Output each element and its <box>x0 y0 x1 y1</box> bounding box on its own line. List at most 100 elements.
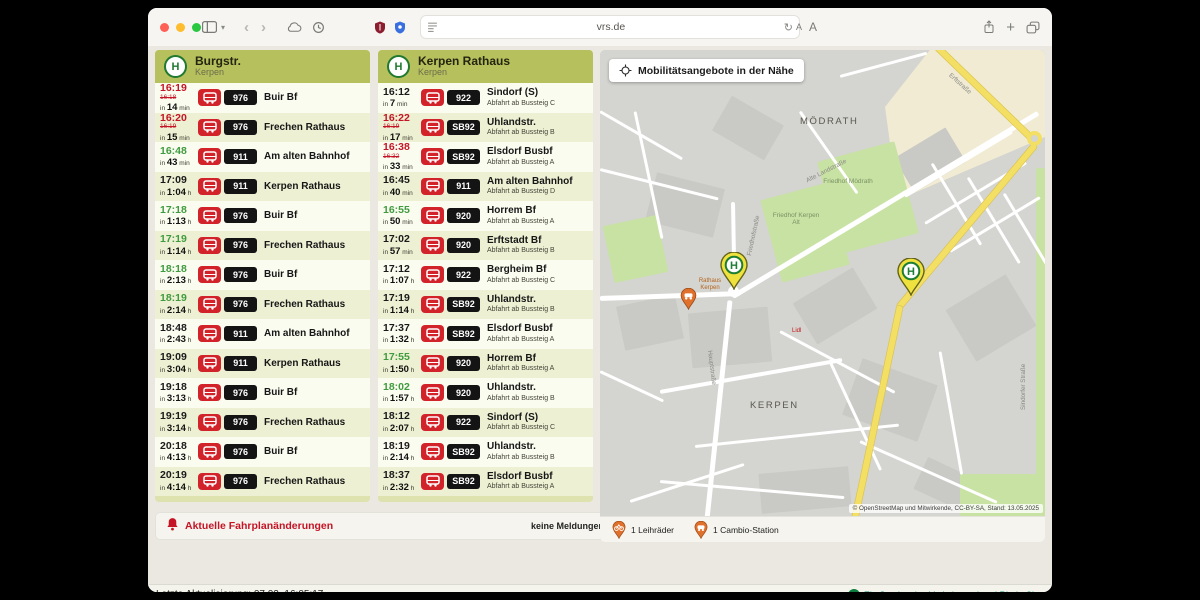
line-badge: 976 <box>224 120 257 135</box>
bus-icon <box>421 148 444 165</box>
countdown-prefix: in <box>160 160 165 167</box>
cambio-station-pin[interactable] <box>680 288 697 315</box>
departure-row[interactable]: 19:09 in 3:04 h 911 Kerpen Rathaus <box>155 349 370 379</box>
countdown-prefix: in <box>383 249 388 256</box>
departure-row[interactable]: 16:22 16:19 in 17 min SB92 Uhlandstr. Ab… <box>378 113 593 143</box>
minimize-window-button[interactable] <box>176 23 185 32</box>
stop-pin-burgstr[interactable]: H <box>896 258 926 301</box>
departure-row[interactable]: 16:45 in 40 min 911 Am alten Bahnhof Abf… <box>378 172 593 202</box>
map-legend: 1 Leihräder 1 Cambio-Station <box>600 516 1045 542</box>
line-badge: SB92 <box>447 444 480 459</box>
icloud-tabs-icon[interactable] <box>286 22 302 33</box>
destination: Uhlandstr. <box>487 117 587 129</box>
countdown-prefix: in <box>160 426 165 433</box>
reader-view-icon[interactable] <box>427 22 438 32</box>
countdown-unit: h <box>411 455 415 462</box>
scheduled-time: 16:19 <box>383 124 421 131</box>
departure-row[interactable]: 17:19 in 1:14 h SB92 Uhlandstr. Abfahrt … <box>378 290 593 320</box>
departure-row[interactable]: 17:12 in 1:07 h 922 Bergheim Bf Abfahrt … <box>378 260 593 290</box>
close-window-button[interactable] <box>160 23 169 32</box>
map-panel: MÖDRATH KERPEN Friedhof Mödrath Friedhof… <box>600 50 1045 542</box>
departure-time: 18:48 <box>160 323 198 334</box>
fullscreen-window-button[interactable] <box>192 23 201 32</box>
countdown-unit: h <box>411 278 415 285</box>
car-pin-icon <box>694 521 708 539</box>
departure-row[interactable]: 18:12 in 2:07 h 922 Sindorf (S) Abfahrt … <box>378 408 593 438</box>
font-size-control[interactable]: A A <box>796 8 818 46</box>
departure-row[interactable]: 16:55 in 50 min 920 Horrem Bf Abfahrt ab… <box>378 201 593 231</box>
line-badge: 920 <box>447 208 480 223</box>
departure-row[interactable]: 17:02 in 57 min 920 Erftstadt Bf Abfahrt… <box>378 231 593 261</box>
countdown-value: 1:13 <box>167 216 186 227</box>
countdown-unit: min <box>179 160 189 167</box>
history-clock-icon[interactable] <box>312 21 325 34</box>
departure-row[interactable]: 18:37 in 2:32 h SB92 Elsdorf Busbf Abfah… <box>378 467 593 497</box>
countdown-prefix: in <box>383 164 388 171</box>
countdown-prefix: in <box>160 455 165 462</box>
service-credit: vrs Ein Service des Verkehrsverbund Rhei… <box>848 589 1044 592</box>
stop-pin-kerpen-rathaus[interactable]: H <box>719 252 749 295</box>
departure-list: 16:19 16:18 in 14 min 976 Buir Bf <box>155 83 370 496</box>
sidebar-toggle-icon[interactable] <box>202 21 217 33</box>
departure-row[interactable]: 17:37 in 1:32 h SB92 Elsdorf Busbf Abfah… <box>378 319 593 349</box>
countdown-unit: h <box>411 367 415 374</box>
departure-row[interactable]: 18:19 in 2:14 h SB92 Uhlandstr. Abfahrt … <box>378 437 593 467</box>
font-smaller-button[interactable]: A <box>796 22 803 32</box>
line-badge: 976 <box>224 90 257 105</box>
platform: Abfahrt ab Bussteig D <box>487 188 587 196</box>
map-canvas[interactable]: MÖDRATH KERPEN Friedhof Mödrath Friedhof… <box>600 50 1045 516</box>
departure-time: 19:18 <box>160 382 198 393</box>
new-tab-button[interactable]: + <box>1006 20 1015 35</box>
address-bar[interactable]: vrs.de ↻ <box>420 15 800 39</box>
departure-time: 17:37 <box>383 323 421 334</box>
departure-row[interactable]: 16:48 in 43 min 911 Am alten Bahnhof <box>155 142 370 172</box>
departure-row[interactable]: 18:18 in 2:13 h 976 Buir Bf <box>155 260 370 290</box>
share-icon[interactable] <box>983 20 995 34</box>
vrs-logo: vrs <box>848 589 860 592</box>
countdown-prefix: in <box>383 396 388 403</box>
countdown-prefix: in <box>160 485 165 492</box>
departure-row[interactable]: 17:55 in 1:50 h 920 Horrem Bf Abfahrt ab… <box>378 349 593 379</box>
bus-icon <box>198 266 221 283</box>
map-street <box>600 370 664 402</box>
forward-button[interactable]: › <box>261 20 266 35</box>
destination: Buir Bf <box>264 210 364 222</box>
departure-row[interactable]: 17:09 in 1:04 h 911 Kerpen Rathaus <box>155 172 370 202</box>
extension-shield-blue-icon[interactable] <box>394 21 406 34</box>
departure-row[interactable]: 18:48 in 2:43 h 911 Am alten Bahnhof <box>155 319 370 349</box>
departure-row[interactable]: 18:02 in 1:57 h 920 Uhlandstr. Abfahrt a… <box>378 378 593 408</box>
departure-row[interactable]: 17:19 in 1:14 h 976 Frechen Rathaus <box>155 231 370 261</box>
stop-city: Kerpen <box>418 68 510 78</box>
destination: Buir Bf <box>264 269 364 281</box>
url-text: vrs.de <box>438 21 784 33</box>
legend-label: 1 Cambio-Station <box>713 525 779 535</box>
extension-shield-red-icon[interactable] <box>374 21 386 34</box>
countdown-prefix: in <box>383 308 388 315</box>
destination: Sindorf (S) <box>487 87 587 99</box>
schedule-alerts-bar[interactable]: Aktuelle Fahrplanänderungen keine Meldun… <box>155 512 615 540</box>
departure-row[interactable]: 17:18 in 1:13 h 976 Buir Bf <box>155 201 370 231</box>
legend-item-bikes[interactable]: 1 Leihräder <box>612 521 674 539</box>
departure-row[interactable]: 16:38 16:32 in 33 min SB92 Elsdorf Busbf… <box>378 142 593 172</box>
font-larger-button[interactable]: A <box>809 20 818 34</box>
departure-row[interactable]: 19:18 in 3:13 h 976 Buir Bf <box>155 378 370 408</box>
countdown-value: 3:14 <box>167 423 186 434</box>
chevron-down-icon[interactable]: ▾ <box>221 23 225 32</box>
departure-row[interactable]: 16:20 16:19 in 15 min 976 Frechen Rathau… <box>155 113 370 143</box>
countdown-value: 1:07 <box>390 275 409 286</box>
reload-icon[interactable]: ↻ <box>784 21 793 34</box>
departure-row[interactable]: 16:19 16:18 in 14 min 976 Buir Bf <box>155 83 370 113</box>
departure-row[interactable]: 20:19 in 4:14 h 976 Frechen Rathaus <box>155 467 370 497</box>
svg-text:H: H <box>907 266 915 278</box>
legend-item-cambio[interactable]: 1 Cambio-Station <box>694 521 779 539</box>
bus-icon <box>421 443 444 460</box>
back-button[interactable]: ‹ <box>244 20 249 35</box>
line-badge: 911 <box>447 179 480 194</box>
departure-row[interactable]: 18:19 in 2:14 h 976 Frechen Rathaus <box>155 290 370 320</box>
departure-row[interactable]: 16:12 in 7 min 922 Sindorf (S) Abfahrt a… <box>378 83 593 113</box>
departure-row[interactable]: 20:18 in 4:13 h 976 Buir Bf <box>155 437 370 467</box>
destination: Am alten Bahnhof <box>264 328 364 340</box>
nearby-mobility-toggle[interactable]: Mobilitätsangebote in der Nähe <box>609 59 804 82</box>
tab-overview-icon[interactable] <box>1026 21 1040 34</box>
departure-row[interactable]: 19:19 in 3:14 h 976 Frechen Rathaus <box>155 408 370 438</box>
